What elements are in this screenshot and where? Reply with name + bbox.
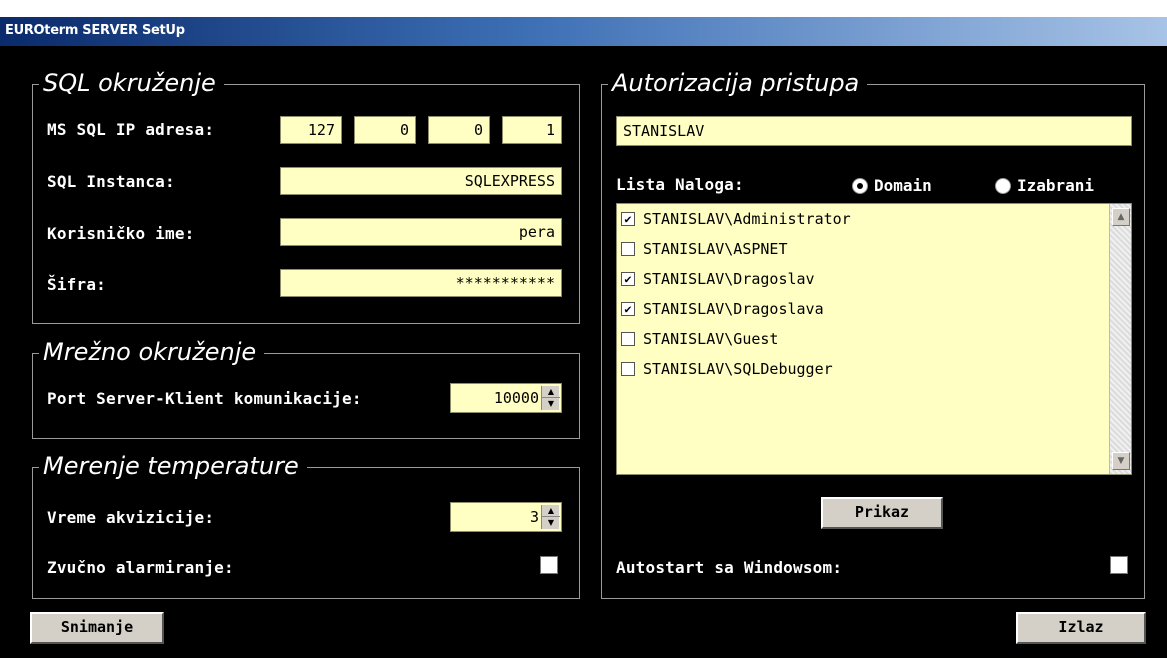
checkbox-unchecked-icon[interactable]: [621, 332, 635, 346]
radio-domain-label: Domain: [874, 176, 932, 195]
instance-field[interactable]: SQLEXPRESS: [280, 167, 562, 195]
acquisition-stepper[interactable]: 3 ▲ ▼: [450, 502, 562, 532]
spin-up-icon[interactable]: ▲: [542, 505, 560, 517]
scroll-down-icon[interactable]: ▼: [1112, 452, 1130, 470]
account-name: STANISLAV\Dragoslava: [643, 300, 824, 318]
alarm-label: Zvučno alarmiranje:: [47, 558, 234, 577]
account-name: STANISLAV\SQLDebugger: [643, 360, 833, 378]
save-button[interactable]: Snimanje: [30, 612, 164, 644]
list-item[interactable]: STANISLAV\Guest: [621, 330, 778, 348]
alarm-checkbox[interactable]: [540, 556, 558, 574]
port-label: Port Server-Klient komunikacije:: [47, 389, 362, 408]
checkbox-unchecked-icon[interactable]: [621, 242, 635, 256]
list-item[interactable]: ✔ STANISLAV\Dragoslav: [621, 270, 815, 288]
list-item[interactable]: ✔ STANISLAV\Administrator: [621, 210, 851, 228]
list-item[interactable]: STANISLAV\ASPNET: [621, 240, 788, 258]
spin-down-icon[interactable]: ▼: [542, 517, 560, 529]
window-title: EUROterm SERVER SetUp: [5, 23, 185, 38]
checkbox-checked-icon[interactable]: ✔: [621, 212, 635, 226]
ip-octet-2[interactable]: 0: [354, 116, 416, 144]
auth-legend: Autorizacija pristupa: [608, 66, 868, 100]
username-label: Korisničko ime:: [47, 224, 195, 243]
network-legend: Mrežno okruženje: [39, 335, 265, 369]
account-name: STANISLAV\Dragoslav: [643, 270, 815, 288]
password-label: Šifra:: [47, 275, 106, 294]
list-item[interactable]: STANISLAV\SQLDebugger: [621, 360, 833, 378]
checkbox-checked-icon[interactable]: ✔: [621, 272, 635, 286]
exit-button[interactable]: Izlaz: [1016, 612, 1146, 644]
temperature-group: Merenje temperature: [32, 449, 580, 599]
account-name: STANISLAV\Guest: [643, 330, 779, 348]
radio-selected-icon[interactable]: [852, 177, 868, 194]
list-scrollbar[interactable]: ▲ ▼: [1109, 204, 1131, 474]
ip-octet-1[interactable]: 127: [280, 116, 342, 144]
acquisition-spin-buttons[interactable]: ▲ ▼: [541, 505, 560, 529]
acquisition-value: 3: [529, 508, 539, 526]
spin-up-icon[interactable]: ▲: [542, 386, 560, 398]
account-name: STANISLAV\ASPNET: [643, 240, 788, 258]
port-value: 10000: [493, 389, 539, 407]
sql-legend: SQL okruženje: [39, 66, 224, 100]
ip-octet-3[interactable]: 0: [428, 116, 490, 144]
temperature-legend: Merenje temperature: [39, 449, 307, 483]
username-field[interactable]: pera: [280, 218, 562, 246]
autostart-label: Autostart sa Windowsom:: [616, 558, 843, 577]
autostart-checkbox[interactable]: [1110, 556, 1128, 574]
list-item[interactable]: ✔ STANISLAV\Dragoslava: [621, 300, 824, 318]
accounts-list-label: Lista Naloga:: [616, 175, 744, 194]
accounts-list[interactable]: ✔ STANISLAV\Administrator STANISLAV\ASPN…: [616, 203, 1132, 475]
port-spin-buttons[interactable]: ▲ ▼: [541, 386, 560, 410]
account-name: STANISLAV\Administrator: [643, 210, 851, 228]
ip-label: MS SQL IP adresa:: [47, 120, 215, 139]
domain-field[interactable]: STANISLAV: [616, 116, 1132, 146]
checkbox-checked-icon[interactable]: ✔: [621, 302, 635, 316]
title-bar: EUROterm SERVER SetUp: [0, 17, 1167, 46]
ip-octet-4[interactable]: 1: [502, 116, 562, 144]
radio-selected-label: Izabrani: [1017, 176, 1095, 195]
instance-label: SQL Instanca:: [47, 172, 175, 191]
radio-selected[interactable]: Izabrani: [995, 176, 1094, 195]
password-field[interactable]: ***********: [280, 269, 562, 297]
checkbox-unchecked-icon[interactable]: [621, 362, 635, 376]
radio-domain[interactable]: Domain: [852, 176, 932, 195]
port-stepper[interactable]: 10000 ▲ ▼: [450, 383, 562, 413]
scroll-up-icon[interactable]: ▲: [1112, 208, 1130, 226]
radio-unselected-icon[interactable]: [995, 177, 1011, 194]
acquisition-label: Vreme akvizicije:: [47, 508, 215, 527]
spin-down-icon[interactable]: ▼: [542, 398, 560, 410]
show-button[interactable]: Prikaz: [821, 497, 943, 529]
